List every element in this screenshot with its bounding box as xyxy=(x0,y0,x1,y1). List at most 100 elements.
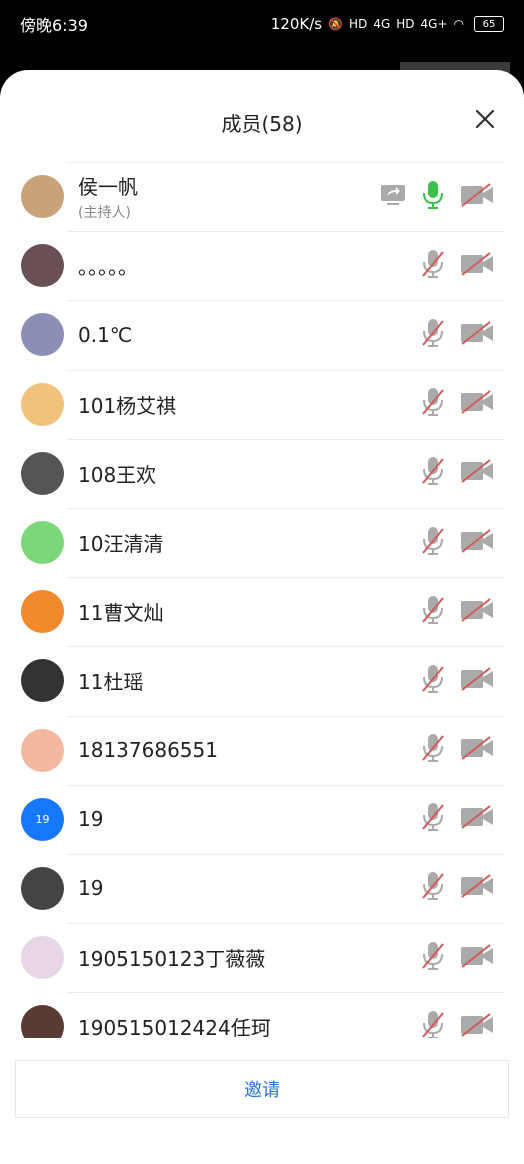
member-info: 190515012424任珂 xyxy=(78,1012,271,1038)
microphone-muted-icon[interactable] xyxy=(420,386,446,422)
member-actions xyxy=(420,594,494,630)
microphone-muted-icon[interactable] xyxy=(420,801,446,837)
member-name: 1905150123丁薇薇 xyxy=(78,947,266,972)
member-actions xyxy=(420,870,494,906)
member-info: 101杨艾祺 xyxy=(78,390,176,419)
member-actions xyxy=(420,248,494,284)
member-actions xyxy=(420,940,494,976)
4g-plus-signal-icon: 4G+ xyxy=(420,17,448,31)
camera-off-icon[interactable] xyxy=(460,528,494,558)
member-info: 1905150123丁薇薇 xyxy=(78,943,265,972)
member-info: 108王欢 xyxy=(78,459,156,488)
member-row[interactable]: 侯一帆 (主持人) xyxy=(0,162,524,231)
camera-off-icon[interactable] xyxy=(460,182,494,212)
avatar xyxy=(21,728,64,772)
member-name: 19 xyxy=(78,876,104,901)
member-row[interactable]: 108王欢 xyxy=(0,438,524,508)
mute-bell-icon: 🔕 xyxy=(328,17,344,31)
microphone-muted-icon[interactable] xyxy=(420,870,446,906)
member-row[interactable]: 18137686551 xyxy=(0,715,524,785)
member-info: 0.1℃ xyxy=(78,323,132,347)
member-role: (主持人) xyxy=(78,205,131,222)
hd-icon: HD xyxy=(396,17,415,31)
camera-off-icon[interactable] xyxy=(460,251,494,281)
hd-icon: HD xyxy=(349,17,368,31)
member-name: 11曹文灿 xyxy=(78,601,164,626)
camera-off-icon[interactable] xyxy=(460,1012,494,1038)
microphone-muted-icon[interactable] xyxy=(420,317,446,353)
microphone-icon[interactable] xyxy=(420,179,446,215)
microphone-muted-icon[interactable] xyxy=(420,1009,446,1038)
member-info: 11曹文灿 xyxy=(78,597,163,626)
invite-button[interactable]: 邀请 xyxy=(15,1060,509,1118)
microphone-muted-icon[interactable] xyxy=(420,663,446,699)
avatar xyxy=(21,521,64,565)
avatar xyxy=(21,936,64,980)
members-panel: 成员(58) 侯一帆 (主持人) 。。。。。 0.1℃ 101杨艾祺 108王欢 10汪清清… xyxy=(0,70,524,1164)
member-info: 侯一帆 (主持人) xyxy=(78,171,138,222)
avatar xyxy=(21,866,64,910)
microphone-muted-icon[interactable] xyxy=(420,732,446,768)
camera-off-icon[interactable] xyxy=(460,389,494,419)
member-actions xyxy=(420,663,494,699)
panel-header: 成员(58) xyxy=(0,70,524,162)
member-actions xyxy=(420,386,494,422)
member-row[interactable]: 11曹文灿 xyxy=(0,577,524,646)
screen-share-icon[interactable] xyxy=(380,184,406,210)
4g-signal-icon: 4G xyxy=(373,17,391,31)
member-row[interactable]: 0.1℃ xyxy=(0,300,524,369)
microphone-muted-icon[interactable] xyxy=(420,525,446,561)
camera-off-icon[interactable] xyxy=(460,873,494,903)
member-info: 。。。。。 xyxy=(78,251,138,280)
camera-off-icon[interactable] xyxy=(460,735,494,765)
status-bar: 傍晚6:39 120K/s 🔕 HD 4G HD 4G+ ◠ 65 xyxy=(0,0,524,48)
member-name: 108王欢 xyxy=(78,462,157,487)
member-name: 11杜瑶 xyxy=(78,670,144,695)
member-info: 18137686551 xyxy=(78,738,218,762)
member-row[interactable]: 。。。。。 xyxy=(0,231,524,300)
member-name: 侯一帆 xyxy=(78,175,138,200)
member-row[interactable]: 190515012424任珂 xyxy=(0,992,524,1038)
member-name: 19 xyxy=(78,807,104,832)
battery-level: 65 xyxy=(482,18,496,30)
microphone-muted-icon[interactable] xyxy=(420,940,446,976)
member-row[interactable]: 11杜瑶 xyxy=(0,646,524,715)
member-name: 18137686551 xyxy=(78,738,218,763)
battery-icon: 65 xyxy=(474,16,504,32)
camera-off-icon[interactable] xyxy=(460,943,494,973)
member-row[interactable]: 10汪清清 xyxy=(0,507,524,577)
member-actions xyxy=(420,525,494,561)
camera-off-icon[interactable] xyxy=(460,666,494,696)
avatar xyxy=(21,659,64,703)
camera-off-icon[interactable] xyxy=(460,804,494,834)
avatar xyxy=(21,451,64,495)
camera-off-icon[interactable] xyxy=(460,320,494,350)
avatar xyxy=(21,175,64,219)
member-actions xyxy=(420,1009,494,1038)
status-time: 傍晚6:39 xyxy=(20,16,88,35)
member-name: 101杨艾祺 xyxy=(78,393,177,418)
camera-off-icon[interactable] xyxy=(460,458,494,488)
microphone-muted-icon[interactable] xyxy=(420,455,446,491)
member-actions xyxy=(380,179,494,215)
member-info: 10汪清清 xyxy=(78,528,163,557)
wifi-icon: ◠ xyxy=(453,17,464,31)
member-actions xyxy=(420,801,494,837)
member-info: 19 xyxy=(78,876,103,900)
panel-title: 成员(58) xyxy=(221,112,303,136)
avatar xyxy=(21,1005,64,1038)
close-icon[interactable] xyxy=(474,108,496,130)
member-row[interactable]: 101杨艾祺 xyxy=(0,369,524,439)
member-actions xyxy=(420,732,494,768)
camera-off-icon[interactable] xyxy=(460,597,494,627)
microphone-muted-icon[interactable] xyxy=(420,594,446,630)
member-name: 。。。。。 xyxy=(78,255,138,280)
microphone-muted-icon[interactable] xyxy=(420,248,446,284)
member-row[interactable]: 19 xyxy=(0,853,524,923)
member-row[interactable]: 1905150123丁薇薇 xyxy=(0,923,524,992)
member-list[interactable]: 侯一帆 (主持人) 。。。。。 0.1℃ 101杨艾祺 108王欢 10汪清清 11曹文灿 11… xyxy=(0,162,524,1038)
avatar xyxy=(21,244,64,288)
member-row[interactable]: 19 19 xyxy=(0,784,524,854)
avatar xyxy=(21,590,64,634)
member-name: 10汪清清 xyxy=(78,532,164,557)
